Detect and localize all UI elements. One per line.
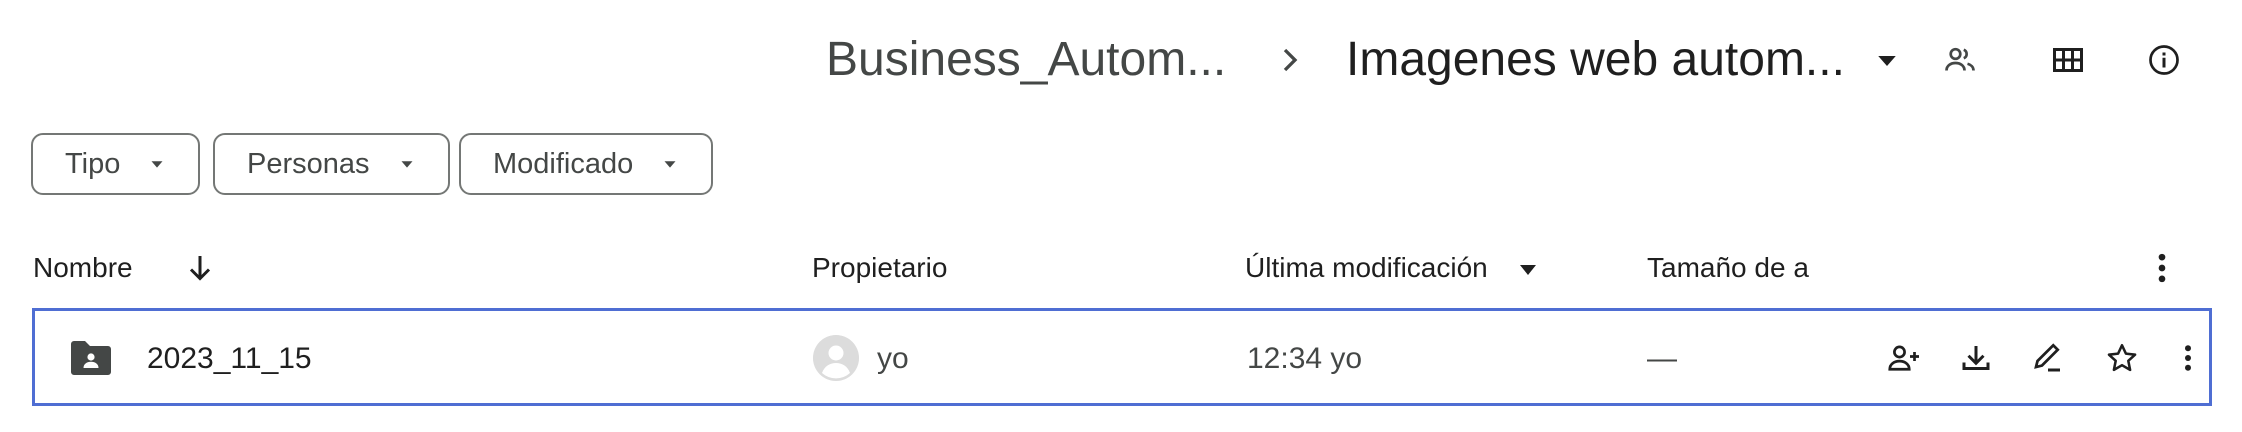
download-button[interactable] xyxy=(1949,331,2003,385)
filter-chip-people[interactable]: Personas xyxy=(213,133,450,195)
more-actions-button[interactable] xyxy=(2161,331,2215,385)
caret-down-icon[interactable] xyxy=(1872,46,1902,76)
caret-down-icon xyxy=(151,161,163,168)
filter-chip-modified[interactable]: Modificado xyxy=(459,133,714,195)
table-row[interactable]: 2023_11_15 yo 12:34 yo — xyxy=(32,308,2212,406)
star-icon xyxy=(2107,343,2137,372)
filter-chip-label: Modificado xyxy=(493,147,634,180)
more-vert-icon[interactable] xyxy=(2142,248,2182,288)
info-icon xyxy=(2149,45,2179,75)
shared-folder-icon xyxy=(71,341,111,375)
rename-icon xyxy=(2034,343,2060,372)
star-button[interactable] xyxy=(2095,331,2149,385)
rename-button[interactable] xyxy=(2021,331,2075,385)
file-name[interactable]: 2023_11_15 xyxy=(147,339,312,379)
more-vert-icon xyxy=(2185,345,2191,371)
file-size: — xyxy=(1647,342,1677,375)
info-button[interactable] xyxy=(2132,28,2196,92)
share-button[interactable] xyxy=(1877,331,1931,385)
owner-name: yo xyxy=(877,342,909,375)
filter-chip-label: Tipo xyxy=(65,147,121,180)
filter-chip-label: Personas xyxy=(247,147,370,180)
caret-down-icon xyxy=(401,161,413,168)
column-header-modified[interactable]: Última modificación xyxy=(1245,250,1488,286)
manage-access-button[interactable] xyxy=(1928,28,1992,92)
manage-access-icon xyxy=(1945,47,1975,71)
arrow-down-icon[interactable] xyxy=(182,250,218,286)
column-header-size[interactable]: Tamaño de a xyxy=(1647,250,1813,286)
person-add-icon xyxy=(1888,345,1919,371)
grid-view-icon xyxy=(2053,48,2083,72)
caret-down-icon[interactable] xyxy=(1516,258,1540,282)
modified-date: 12:34 yo xyxy=(1247,342,1363,375)
avatar xyxy=(813,335,859,381)
breadcrumb-current[interactable]: Imagenes web autom... xyxy=(1346,28,1845,92)
grid-view-button[interactable] xyxy=(2036,28,2100,92)
caret-down-icon xyxy=(664,161,676,168)
filter-chip-type[interactable]: Tipo xyxy=(31,133,201,195)
column-header-name[interactable]: Nombre xyxy=(33,250,133,286)
chevron-right-icon xyxy=(1283,48,1298,72)
header: Business_Autom... Imagenes web autom... xyxy=(0,0,2242,122)
breadcrumb-parent[interactable]: Business_Autom... xyxy=(826,28,1226,92)
person-avatar-icon xyxy=(813,335,859,381)
column-header-owner: Propietario xyxy=(812,252,948,283)
download-icon xyxy=(1962,346,1990,370)
